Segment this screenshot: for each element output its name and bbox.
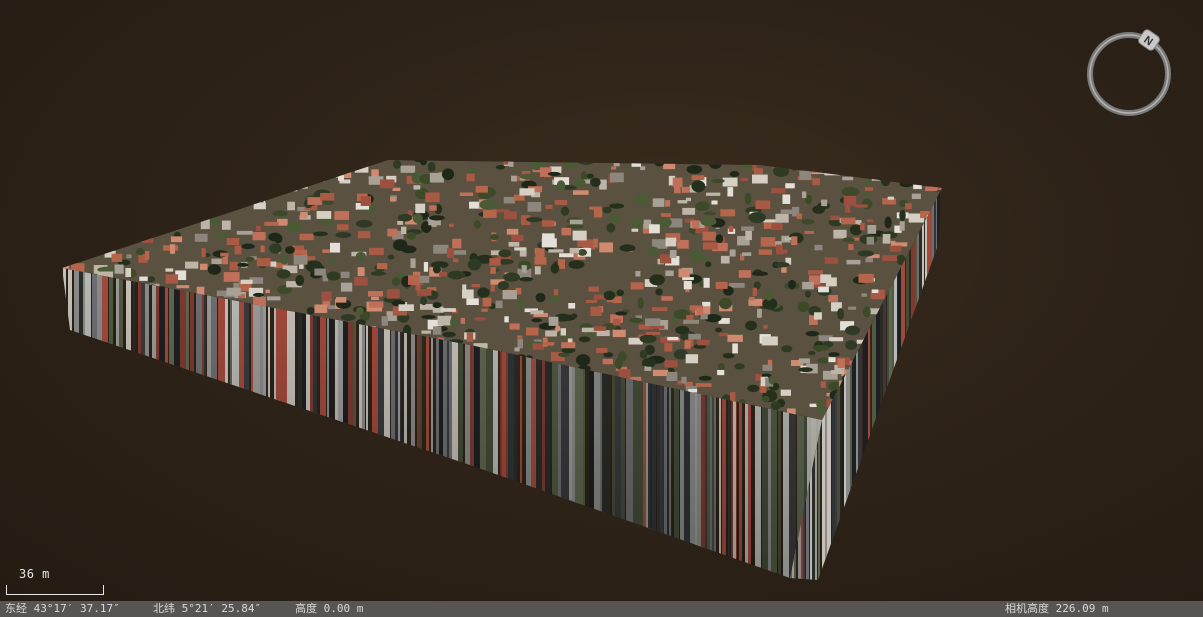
latitude-readout: 北纬 5°21′ 25.84″: [153, 602, 262, 615]
scale-bar: [6, 585, 104, 595]
status-bar: 东经 43°17′ 37.17″ 北纬 5°21′ 25.84″ 高度 0.00…: [0, 601, 1203, 617]
compass-widget[interactable]: N: [1085, 28, 1175, 118]
camera-altitude-readout: 相机高度 226.09 m: [1005, 602, 1109, 615]
longitude-readout: 东经 43°17′ 37.17″: [5, 602, 120, 615]
city-model-3d[interactable]: [0, 0, 1203, 601]
altitude-readout: 高度 0.00 m: [295, 602, 364, 615]
map-3d-viewport[interactable]: N 36 m: [0, 0, 1203, 601]
scale-label: 36 m: [19, 567, 50, 581]
compass-icon: N: [1087, 29, 1171, 116]
